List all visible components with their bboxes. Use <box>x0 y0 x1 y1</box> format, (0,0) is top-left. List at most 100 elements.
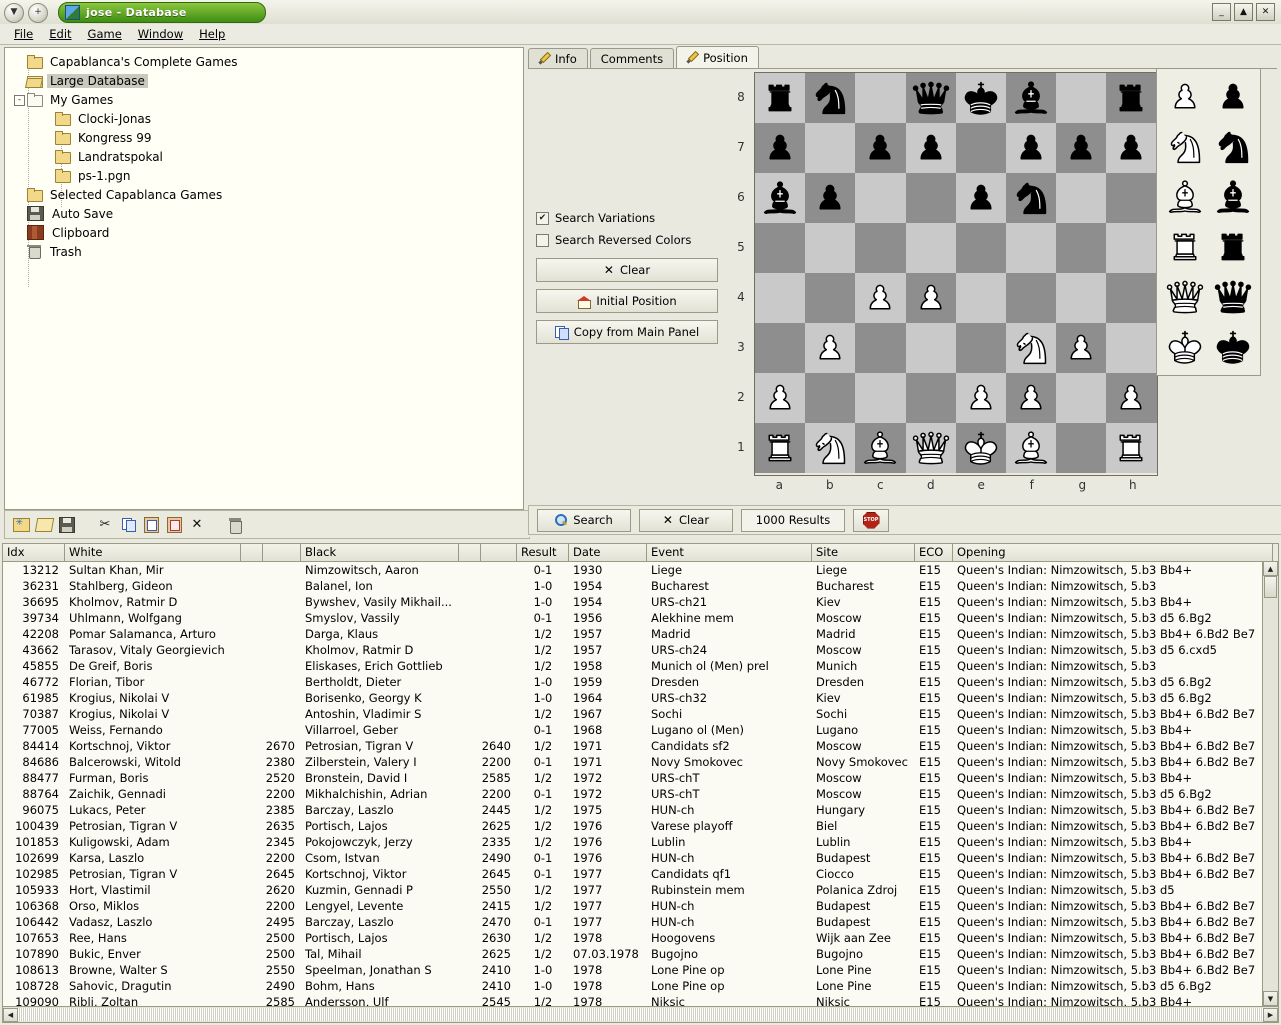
board-square-a2[interactable] <box>755 373 806 423</box>
column-header-event[interactable]: Event <box>647 544 812 561</box>
board-square-e5[interactable] <box>955 223 1006 273</box>
palette-piece-wP[interactable] <box>1161 72 1209 122</box>
board-square-h2[interactable] <box>1106 373 1157 423</box>
table-row[interactable]: 96075 Lukacs, Peter 2385 Barczay, Laszlo 244… <box>3 802 1278 818</box>
palette-piece-bK[interactable] <box>1209 322 1257 372</box>
table-row[interactable]: 45855 De Greif, Boris Eliskases, Erich Got… <box>3 658 1278 674</box>
board-square-d7[interactable] <box>905 123 956 173</box>
board-square-a4[interactable] <box>755 273 806 323</box>
clear-position-button[interactable]: ✕ Clear <box>536 258 718 282</box>
board-square-g2[interactable] <box>1056 373 1107 423</box>
board-square-g8[interactable] <box>1056 73 1107 123</box>
board-square-a7[interactable] <box>755 123 806 173</box>
minimize-button[interactable]: _ <box>1212 3 1231 21</box>
board-square-d2[interactable] <box>905 373 956 423</box>
close-button[interactable]: ✕ <box>1256 3 1275 21</box>
board-square-g3[interactable] <box>1056 323 1107 373</box>
board-square-b4[interactable] <box>805 273 856 323</box>
vertical-scrollbar[interactable]: ▲ ▼ <box>1262 561 1278 1006</box>
board-square-h4[interactable] <box>1106 273 1157 323</box>
table-row[interactable]: 84414 Kortschnoj, Viktor 2670 Petrosian, Ti… <box>3 738 1278 754</box>
palette-piece-wR[interactable] <box>1161 222 1209 272</box>
board-square-f8[interactable] <box>1005 73 1057 123</box>
board-square-c4[interactable] <box>855 273 906 323</box>
database-tree-panel[interactable]: Capablanca's Complete Games Large Databas… <box>4 47 524 510</box>
board-square-c2[interactable] <box>855 373 906 423</box>
tree-item-landratspokal[interactable]: Landratspokal <box>11 147 523 166</box>
board-square-b8[interactable] <box>805 73 856 123</box>
board-square-h7[interactable] <box>1106 123 1157 173</box>
palette-piece-bP[interactable] <box>1209 72 1257 122</box>
scroll-right-arrow[interactable]: ▶ <box>1263 1007 1278 1022</box>
board-square-a5[interactable] <box>755 223 806 273</box>
cut-button[interactable]: ✂ <box>95 515 115 535</box>
board-square-f3[interactable] <box>1005 323 1057 373</box>
column-header-idx[interactable]: Idx <box>3 544 65 561</box>
board-square-d1[interactable] <box>905 423 956 473</box>
tree-item-capablanca-s-complete-games[interactable]: Capablanca's Complete Games <box>11 52 523 71</box>
table-row[interactable]: 43662 Tarasov, Vitaly Georgievich Kholmov,… <box>3 642 1278 658</box>
table-row[interactable]: 105933 Hort, Vlastimil 2620 Kuzmin, Gennadi… <box>3 882 1278 898</box>
clear-search-button[interactable]: ✕ Clear <box>639 508 733 532</box>
board-square-e2[interactable] <box>955 373 1006 423</box>
tree-item-trash[interactable]: Trash <box>11 242 523 261</box>
board-square-b1[interactable] <box>805 423 856 473</box>
tab-position[interactable]: Position <box>676 46 759 69</box>
games-table[interactable]: Idx White Black Result Date Event Site ECO Openi… <box>2 543 1279 1023</box>
scroll-down-arrow[interactable]: ▼ <box>1263 991 1278 1006</box>
column-header-black[interactable]: Black <box>301 544 459 561</box>
column-header-eco[interactable]: ECO <box>915 544 953 561</box>
board-square-d4[interactable] <box>905 273 956 323</box>
palette-piece-wB[interactable] <box>1161 172 1209 222</box>
menu-item-edit[interactable]: Edit <box>41 25 79 43</box>
delete-button[interactable]: ✕ <box>187 515 207 535</box>
scroll-left-arrow[interactable]: ◀ <box>3 1007 18 1022</box>
board-square-f1[interactable] <box>1005 423 1057 473</box>
tree-item-auto-save[interactable]: Auto Save <box>11 204 523 223</box>
tree-item-my-games[interactable]: My Games <box>11 90 523 109</box>
table-row[interactable]: 84686 Balcerowski, Witold 2380 Zilberstein,… <box>3 754 1278 770</box>
palette-piece-bB[interactable] <box>1209 172 1257 222</box>
menu-item-help[interactable]: Help <box>191 25 233 43</box>
table-row[interactable]: 106442 Vadasz, Laszlo 2495 Barczay, Laszlo 2… <box>3 914 1278 930</box>
copy-from-main-panel-button[interactable]: Copy from Main Panel <box>536 320 718 344</box>
board-square-c7[interactable] <box>855 123 906 173</box>
table-row[interactable]: 107653 Ree, Hans 2500 Portisch, Lajos 2630 1/… <box>3 930 1278 946</box>
board-square-f2[interactable] <box>1005 373 1057 423</box>
window-menu-icon[interactable]: ▼ <box>4 2 24 23</box>
palette-piece-wK[interactable] <box>1161 322 1209 372</box>
scroll-up-arrow[interactable]: ▲ <box>1263 561 1278 576</box>
board-square-h1[interactable] <box>1106 423 1157 473</box>
menu-item-window[interactable]: Window <box>130 25 191 43</box>
table-row[interactable]: 100439 Petrosian, Tigran V 2635 Portisch, L… <box>3 818 1278 834</box>
tree-item-selected-capablanca-games[interactable]: Selected Capablanca Games <box>11 185 523 204</box>
board-square-d5[interactable] <box>905 223 956 273</box>
new-folder-button[interactable] <box>11 515 31 535</box>
board-square-h6[interactable] <box>1106 173 1157 223</box>
paste-button[interactable] <box>141 515 161 535</box>
window-add-icon[interactable]: + <box>28 2 48 23</box>
board-square-g6[interactable] <box>1056 173 1107 223</box>
palette-piece-wN[interactable] <box>1161 122 1209 172</box>
column-header[interactable] <box>481 544 517 561</box>
table-row[interactable]: 36695 Kholmov, Ratmir D Bywshev, Vasily Mi… <box>3 594 1278 610</box>
table-row[interactable]: 39734 Uhlmann, Wolfgang Smyslov, Vassily 0-… <box>3 610 1278 626</box>
paste-special-button[interactable] <box>164 515 184 535</box>
board-square-b2[interactable] <box>805 373 856 423</box>
column-header-opening[interactable]: Opening <box>953 544 1273 561</box>
horizontal-scrollbar[interactable]: ◀ ▶ <box>3 1006 1278 1022</box>
board-square-c1[interactable] <box>855 423 906 473</box>
table-row[interactable]: 42208 Pomar Salamanca, Arturo Darga, Klaus… <box>3 626 1278 642</box>
tree-item-large-database[interactable]: Large Database <box>11 71 523 90</box>
board-square-h5[interactable] <box>1106 223 1157 273</box>
menu-item-game[interactable]: Game <box>80 25 130 43</box>
initial-position-button[interactable]: Initial Position <box>536 289 718 313</box>
board-square-a3[interactable] <box>755 323 806 373</box>
horizontal-scroll-track[interactable] <box>18 1008 1263 1021</box>
table-row[interactable]: 102985 Petrosian, Tigran V 2645 Kortschnoj,… <box>3 866 1278 882</box>
board-square-d3[interactable] <box>905 323 956 373</box>
table-row[interactable]: 108613 Browne, Walter S 2550 Speelman, Jona… <box>3 962 1278 978</box>
board-square-b5[interactable] <box>805 223 856 273</box>
copy-button[interactable] <box>118 515 138 535</box>
table-row[interactable]: 106368 Orso, Miklos 2200 Lengyel, Levente 24… <box>3 898 1278 914</box>
